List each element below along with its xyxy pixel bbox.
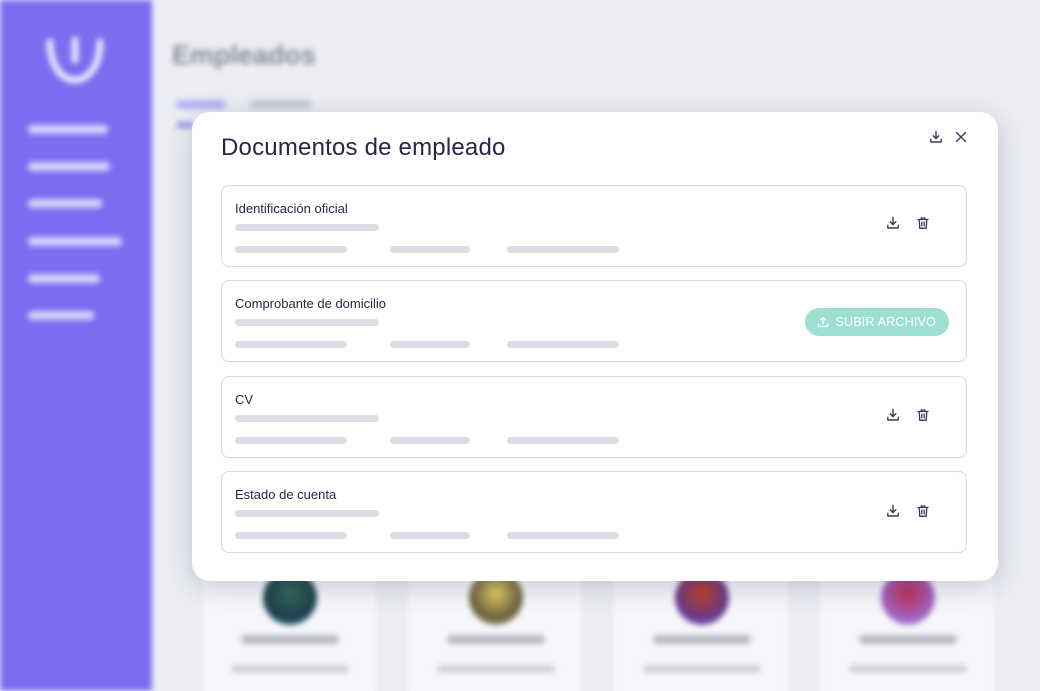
employee-role	[643, 665, 761, 673]
document-skeleton-line	[235, 437, 347, 444]
trash-icon	[917, 409, 929, 421]
document-title: Comprobante de domicilio	[235, 296, 387, 311]
document-skeleton-line	[235, 415, 379, 422]
document-skeleton-line	[507, 437, 619, 444]
employee-name	[447, 635, 545, 644]
document-skeleton-line	[235, 341, 347, 348]
document-card-estado-de-cuenta: Estado de cuenta	[221, 471, 967, 553]
download-document-button[interactable]	[884, 502, 902, 520]
sidebar	[0, 0, 152, 691]
document-skeleton-line	[390, 341, 470, 348]
employee-name	[653, 635, 751, 644]
upload-icon	[818, 316, 829, 328]
close-button[interactable]	[952, 128, 970, 146]
download-document-button[interactable]	[884, 214, 902, 232]
sidebar-item[interactable]	[28, 199, 102, 208]
employee-name	[241, 635, 339, 644]
employee-role	[849, 665, 967, 673]
sidebar-item[interactable]	[28, 162, 110, 171]
document-skeleton-line	[507, 532, 619, 539]
download-all-button[interactable]	[927, 128, 945, 146]
delete-document-button[interactable]	[914, 214, 932, 232]
download-icon	[887, 216, 899, 229]
download-document-button[interactable]	[884, 406, 902, 424]
sidebar-item[interactable]	[28, 125, 108, 134]
logo-icon	[46, 36, 104, 84]
trash-icon	[917, 505, 929, 517]
employee-role	[231, 665, 349, 673]
sidebar-item[interactable]	[28, 311, 94, 320]
download-icon	[887, 504, 899, 517]
document-skeleton-line	[390, 246, 470, 253]
modal-title: Documentos de empleado	[221, 134, 506, 161]
document-card-comprobante: Comprobante de domicilio SUBIR ARCHIVO	[221, 280, 967, 362]
document-title: CV	[235, 392, 254, 407]
document-skeleton-line	[507, 246, 619, 253]
document-skeleton-line	[235, 246, 347, 253]
upload-file-label: SUBIR ARCHIVO	[835, 315, 936, 329]
breadcrumb	[176, 100, 226, 109]
document-card-cv: CV	[221, 376, 967, 458]
download-icon	[887, 408, 899, 421]
page-title: Empleados	[172, 40, 317, 70]
document-skeleton-line	[507, 341, 619, 348]
upload-file-button[interactable]: SUBIR ARCHIVO	[805, 308, 949, 336]
document-skeleton-line	[390, 532, 470, 539]
employee-name	[859, 635, 957, 644]
document-skeleton-line	[235, 319, 379, 326]
sidebar-item[interactable]	[28, 237, 122, 246]
employee-documents-modal: Documentos de empleado Identificación of…	[192, 112, 998, 581]
document-skeleton-line	[390, 437, 470, 444]
delete-document-button[interactable]	[914, 406, 932, 424]
document-title: Estado de cuenta	[235, 487, 337, 502]
trash-icon	[917, 217, 929, 229]
document-skeleton-line	[235, 532, 347, 539]
breadcrumb	[250, 100, 312, 109]
sidebar-item[interactable]	[28, 274, 100, 283]
download-icon	[930, 130, 942, 143]
employee-role	[437, 665, 555, 673]
document-card-identificacion: Identificación oficial	[221, 185, 967, 267]
document-skeleton-line	[235, 510, 379, 517]
document-title: Identificación oficial	[235, 201, 348, 216]
delete-document-button[interactable]	[914, 502, 932, 520]
close-icon	[955, 131, 967, 143]
document-skeleton-line	[235, 224, 379, 231]
